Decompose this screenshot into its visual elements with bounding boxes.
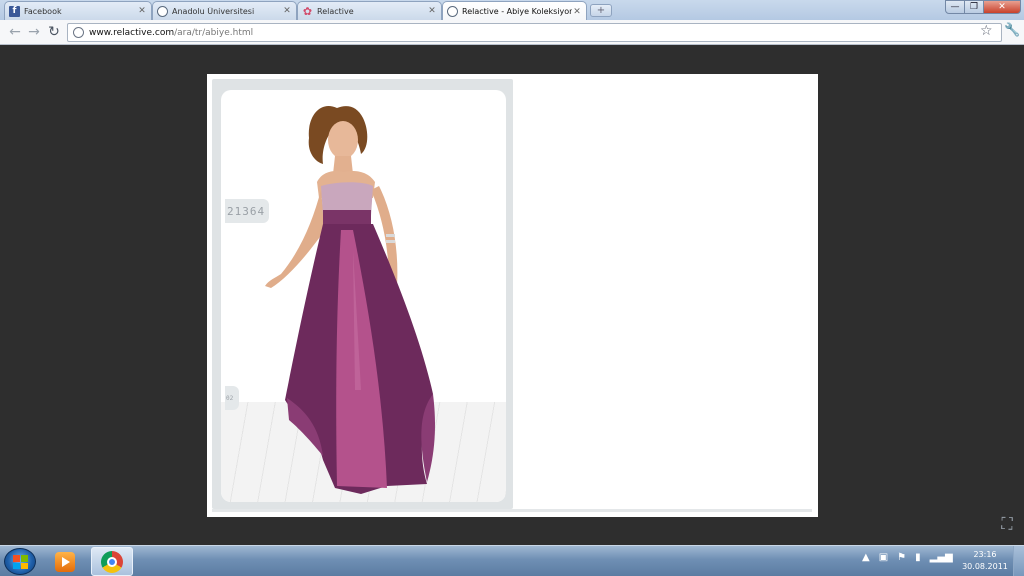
chrome-icon — [101, 550, 123, 573]
battery-icon[interactable]: ▮ — [915, 552, 921, 563]
media-player-icon — [55, 551, 75, 572]
maximize-button[interactable]: ❐ — [964, 0, 984, 14]
minimize-button[interactable]: — — [945, 0, 965, 14]
windows-logo-icon — [13, 555, 28, 569]
fullscreen-toggle-icon[interactable]: ⛶ — [998, 516, 1016, 532]
relactive-logo-icon: ✿ — [302, 4, 313, 18]
close-tab-icon[interactable]: ✕ — [427, 6, 437, 16]
tab-anadolu[interactable]: Anadolu Üniversitesi ✕ — [152, 1, 297, 20]
model-in-evening-gown-image — [265, 106, 435, 494]
product-code-label: 21364 — [225, 199, 269, 223]
action-center-icon[interactable]: ⚑ — [897, 552, 906, 563]
url-path: /ara/tr/abiye.html — [174, 27, 254, 38]
close-tab-icon[interactable]: ✕ — [282, 6, 292, 16]
tab-title: Anadolu Üniversitesi — [172, 6, 255, 16]
forward-button[interactable]: → — [25, 24, 43, 41]
product-photo — [221, 90, 506, 502]
close-window-button[interactable]: ✕ — [983, 0, 1021, 14]
product-details-panel — [516, 79, 813, 512]
back-button[interactable]: ← — [6, 24, 24, 41]
globe-icon — [157, 5, 168, 17]
show-hidden-icons-icon[interactable]: ▲ — [862, 552, 870, 563]
url-host: www.relactive.com — [89, 27, 175, 38]
address-bar[interactable]: www.relactive.com/ara/tr/abiye.html — [67, 23, 1002, 42]
tab-title: Facebook — [24, 6, 62, 16]
system-tray: ▲ ▣ ⚑ ▮ ▂▄▆ — [862, 552, 953, 563]
close-tab-icon[interactable]: ✕ — [137, 6, 147, 16]
windows-taskbar: ▲ ▣ ⚑ ▮ ▂▄▆ 23:16 30.08.2011 — [0, 545, 1024, 576]
taskbar-media-player[interactable] — [45, 547, 85, 576]
tab-facebook[interactable]: f Facebook ✕ — [4, 1, 152, 20]
lightbox-frame: 21364 02 — [207, 74, 818, 517]
browser-toolbar: ← → ↻ www.relactive.com/ara/tr/abiye.htm… — [0, 20, 1024, 45]
reload-button[interactable]: ↻ — [45, 24, 63, 41]
clock-time: 23:16 — [973, 550, 997, 559]
wrench-menu-icon[interactable]: 🔧 — [1004, 23, 1020, 38]
clock-date: 30.08.2011 — [962, 562, 1008, 571]
frame-bottom-bar — [212, 509, 812, 512]
tab-title: Relactive — [317, 6, 354, 16]
page-number-label: 02 — [225, 386, 239, 410]
tab-title: Relactive - Abiye Koleksiyonu — [462, 7, 572, 16]
show-desktop-button[interactable] — [1013, 546, 1024, 576]
tab-abiye-koleksiyonu[interactable]: Relactive - Abiye Koleksiyonu ✕ — [442, 1, 587, 21]
tab-strip: f Facebook ✕ Anadolu Üniversitesi ✕ ✿ Re… — [0, 0, 1024, 21]
page-info-icon[interactable] — [73, 27, 84, 38]
globe-icon — [447, 6, 458, 17]
tray-app-icon[interactable]: ▣ — [879, 552, 888, 563]
network-signal-icon[interactable]: ▂▄▆ — [930, 552, 953, 563]
new-tab-button[interactable]: + — [590, 4, 612, 17]
product-photo-panel: 21364 02 — [212, 79, 513, 509]
close-tab-icon[interactable]: ✕ — [572, 7, 582, 17]
page-viewport: 21364 02 ⛶ — [0, 45, 1024, 545]
bookmark-star-icon[interactable]: ☆ — [980, 23, 993, 39]
taskbar-clock[interactable]: 23:16 30.08.2011 — [960, 549, 1010, 573]
start-button[interactable] — [4, 548, 36, 575]
tab-relactive[interactable]: ✿ Relactive ✕ — [297, 1, 442, 20]
facebook-icon: f — [9, 5, 20, 17]
taskbar-chrome[interactable] — [91, 547, 133, 576]
